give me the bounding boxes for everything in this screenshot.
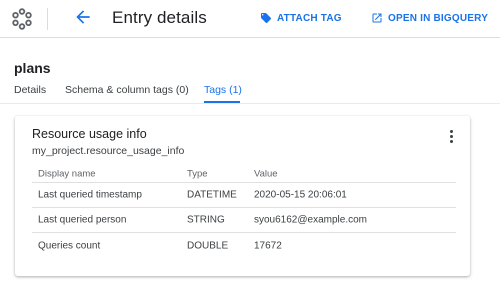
open-in-bigquery-button[interactable]: OPEN IN BIGQUERY bbox=[371, 12, 488, 24]
column-header-display-name: Display name bbox=[38, 168, 96, 179]
tab-schema-column-tags[interactable]: Schema & column tags (0) bbox=[65, 84, 189, 96]
entry-name: plans bbox=[14, 60, 51, 76]
column-header-value: Value bbox=[254, 168, 278, 179]
tag-template-id: my_project.resource_usage_info bbox=[32, 145, 185, 157]
table-row: Queries count DOUBLE 17672 bbox=[32, 233, 456, 258]
arrow-back-icon[interactable] bbox=[73, 7, 93, 27]
table-row: Last queried timestamp DATETIME 2020-05-… bbox=[32, 183, 456, 208]
field-value: syou6162@example.com bbox=[254, 214, 367, 226]
tab-details[interactable]: Details bbox=[14, 84, 46, 96]
header-divider bbox=[47, 8, 48, 30]
tag-icon bbox=[261, 13, 271, 23]
tabs-divider bbox=[0, 103, 500, 104]
open-in-bigquery-label: OPEN IN BIGQUERY bbox=[388, 12, 489, 24]
field-value: 2020-05-15 20:06:01 bbox=[254, 189, 347, 201]
table-row: Last queried person STRING syou6162@exam… bbox=[32, 208, 456, 233]
table-header-row: Display name Type Value bbox=[32, 165, 456, 183]
column-header-type: Type bbox=[187, 168, 208, 179]
attach-tag-button[interactable]: ATTACH TAG bbox=[260, 12, 342, 24]
more-vert-icon[interactable] bbox=[445, 130, 457, 146]
field-type: DOUBLE bbox=[187, 240, 229, 251]
tag-fields-table: Display name Type Value Last queried tim… bbox=[32, 165, 456, 258]
field-display-name: Last queried timestamp bbox=[38, 189, 142, 201]
field-type: DATETIME bbox=[187, 189, 237, 201]
tab-tags[interactable]: Tags (1) bbox=[204, 84, 242, 96]
open-in-new-icon bbox=[372, 13, 382, 23]
field-display-name: Queries count bbox=[38, 240, 101, 251]
attach-tag-label: ATTACH TAG bbox=[277, 12, 342, 24]
tag-card: Resource usage info my_project.resource_… bbox=[15, 116, 470, 276]
data-catalog-logo-icon[interactable] bbox=[10, 7, 34, 31]
page-title: Entry details bbox=[112, 8, 207, 27]
tag-card-title: Resource usage info bbox=[32, 127, 147, 141]
top-bar: Entry details ATTACH TAG OPEN IN BIGQUER… bbox=[0, 0, 500, 38]
field-display-name: Last queried person bbox=[38, 214, 127, 226]
field-value: 17672 bbox=[254, 240, 282, 251]
field-type: STRING bbox=[187, 214, 225, 226]
